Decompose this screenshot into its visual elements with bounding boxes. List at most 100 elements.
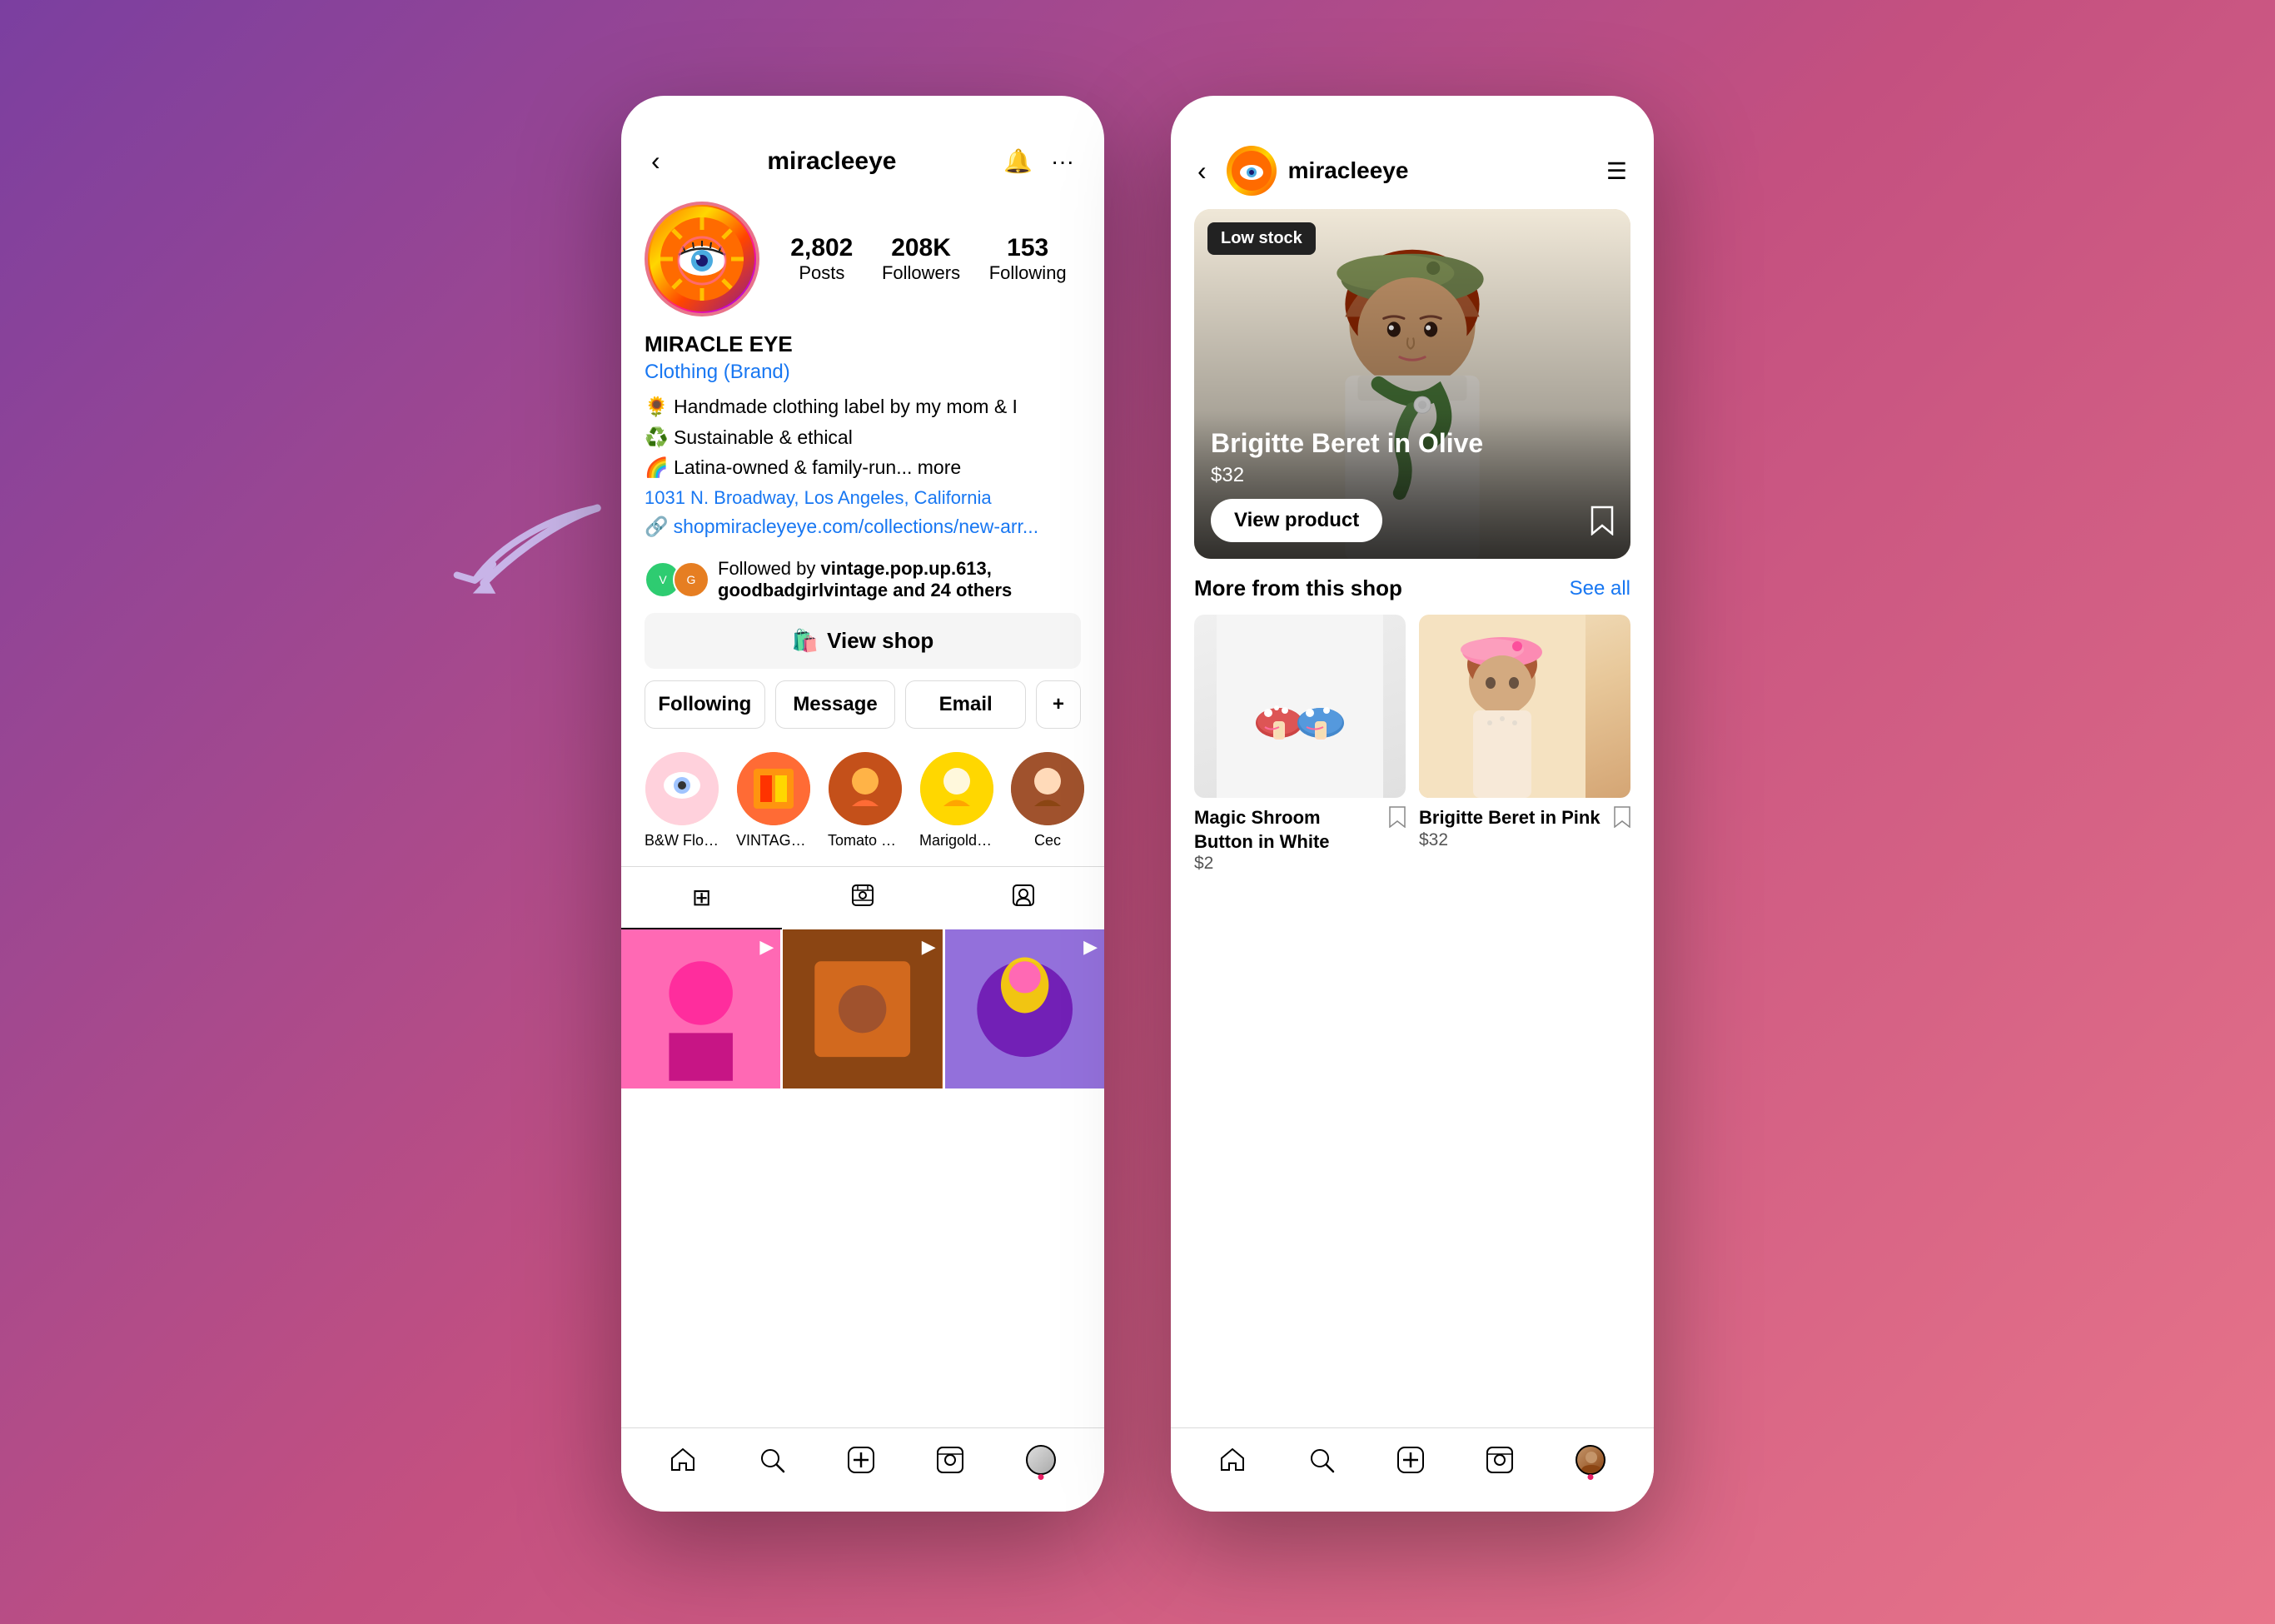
right-nav-add[interactable]: [1397, 1447, 1424, 1473]
view-shop-button[interactable]: 🛍️ View shop: [645, 613, 1081, 669]
followers-count: 208K: [882, 234, 960, 262]
following-label: Following: [989, 262, 1067, 284]
following-count: 153: [989, 234, 1067, 262]
story-item-3[interactable]: Tomato Stri...: [828, 752, 903, 849]
video-play-icon: ▶: [759, 936, 774, 958]
more-item-info-2: Brigitte Beret in Pink $32: [1419, 806, 1630, 850]
right-profile-avatar: [1227, 146, 1277, 196]
followed-by: V G Followed by vintage.pop.up.613, good…: [621, 550, 1104, 613]
grid-cell-3[interactable]: ▶: [945, 929, 1104, 1088]
shop-icon: 🛍️: [792, 628, 819, 654]
right-nav-search[interactable]: [1308, 1447, 1335, 1473]
story-item-2[interactable]: VINTAGE S...: [736, 752, 811, 849]
product-title: Brigitte Beret in Olive: [1211, 427, 1614, 459]
left-header: ‹ miracleeye 🔔 ···: [621, 96, 1104, 193]
product-thumb-1[interactable]: [1194, 615, 1406, 798]
nav-profile[interactable]: [1026, 1445, 1056, 1475]
product-thumb-2[interactable]: [1419, 615, 1630, 798]
right-username: miracleeye: [1288, 157, 1409, 184]
item-bookmark-1[interactable]: [1389, 806, 1406, 833]
svg-text:G: G: [687, 573, 696, 586]
item-price-2: $32: [1419, 830, 1600, 850]
link-text: shopmiracleyeye.com/collections/new-arr.…: [674, 516, 1038, 538]
item-name-2: Brigitte Beret in Pink: [1419, 806, 1600, 830]
posts-stat[interactable]: 2,802 Posts: [790, 234, 853, 284]
story-label-4: Marigold BTS: [919, 832, 994, 849]
story-avatar-5: [1011, 752, 1084, 825]
right-nav-home[interactable]: [1219, 1447, 1246, 1473]
phones-container: ‹ miracleeye 🔔 ···: [621, 96, 1654, 1512]
view-product-button[interactable]: View product: [1211, 499, 1382, 542]
story-item-4[interactable]: Marigold BTS: [919, 752, 994, 849]
story-avatar-1: [645, 752, 719, 825]
email-button[interactable]: Email: [905, 680, 1026, 729]
nav-reels[interactable]: [937, 1447, 963, 1473]
bookmark-button[interactable]: [1591, 506, 1614, 542]
grid-tab[interactable]: ⊞: [621, 867, 782, 929]
more-item-info-1: Magic Shroom Button in White $2: [1194, 806, 1406, 874]
story-item-1[interactable]: B&W Flower: [645, 752, 719, 849]
message-button[interactable]: Message: [775, 680, 896, 729]
hamburger-menu[interactable]: ☰: [1606, 157, 1627, 185]
more-title: More from this shop: [1194, 575, 1402, 601]
more-item-1: Magic Shroom Button in White $2: [1194, 615, 1406, 874]
reels-tab[interactable]: [782, 867, 943, 929]
header-icons: 🔔 ···: [1003, 147, 1074, 175]
right-bottom-nav: [1171, 1427, 1654, 1512]
more-grid: Magic Shroom Button in White $2: [1194, 615, 1630, 874]
grid-cell-2[interactable]: ▶: [783, 929, 942, 1088]
tagged-icon: [1013, 884, 1034, 912]
item-price-1: $2: [1194, 854, 1382, 874]
more-icon[interactable]: ···: [1051, 148, 1074, 175]
followed-avatars: V G: [645, 561, 709, 598]
right-nav-reels[interactable]: [1486, 1447, 1513, 1473]
grid-cell-1[interactable]: ▶: [621, 929, 780, 1088]
add-person-button[interactable]: +: [1036, 680, 1081, 729]
story-item-5[interactable]: Cec: [1011, 752, 1084, 849]
followed-by-text: Followed by vintage.pop.up.613, goodbadg…: [718, 558, 1081, 601]
grid-icon: ⊞: [692, 884, 711, 911]
following-stat[interactable]: 153 Following: [989, 234, 1067, 284]
back-button[interactable]: ‹: [651, 146, 660, 177]
right-back-button[interactable]: ‹: [1197, 156, 1207, 187]
arrow-container: [431, 489, 629, 623]
item-bookmark-2[interactable]: [1614, 806, 1630, 833]
notification-icon[interactable]: 🔔: [1003, 147, 1033, 175]
followers-stat[interactable]: 208K Followers: [882, 234, 960, 284]
product-price: $32: [1211, 464, 1614, 487]
bio-address[interactable]: 1031 N. Broadway, Los Angeles, Californi…: [645, 487, 1081, 509]
story-avatar-2: [737, 752, 810, 825]
story-avatar-3: [829, 752, 902, 825]
bio-link[interactable]: 🔗 shopmiracleyeye.com/collections/new-ar…: [645, 516, 1081, 538]
stats-row: 2,802 Posts 208K Followers 153 Following: [776, 234, 1081, 284]
story-label-3: Tomato Stri...: [828, 832, 903, 849]
account-name: MIRACLE EYE: [645, 331, 1081, 357]
more-section: More from this shop See all: [1171, 575, 1654, 874]
svg-text:V: V: [659, 573, 667, 586]
nav-search[interactable]: [759, 1447, 785, 1473]
right-header: ‹ miracleeye ☰: [1171, 96, 1654, 209]
left-phone-wrapper: ‹ miracleeye 🔔 ···: [621, 96, 1104, 1512]
tab-bar: ⊞: [621, 866, 1104, 929]
nav-add[interactable]: [848, 1447, 874, 1473]
see-all-button[interactable]: See all: [1570, 577, 1630, 600]
following-button[interactable]: Following: [645, 680, 765, 729]
bio-section: MIRACLE EYE Clothing (Brand) 🌻 Handmade …: [621, 331, 1104, 550]
right-phone: ‹ miracleeye ☰ Low s: [1171, 96, 1654, 1512]
product-card: Low stock: [1194, 209, 1630, 559]
posts-label: Posts: [790, 262, 853, 284]
story-label-5: Cec: [1034, 832, 1061, 849]
tagged-tab[interactable]: [943, 867, 1104, 929]
video-play-icon-3: ▶: [1083, 936, 1098, 958]
nav-home[interactable]: [670, 1447, 696, 1473]
posts-count: 2,802: [790, 234, 853, 262]
link-icon: 🔗: [645, 516, 669, 538]
story-label-2: VINTAGE S...: [736, 832, 811, 849]
account-category[interactable]: Clothing (Brand): [645, 361, 1081, 384]
more-header: More from this shop See all: [1194, 575, 1630, 601]
avatar-image: [650, 207, 754, 311]
right-nav-profile[interactable]: [1576, 1445, 1605, 1475]
follower-avatar-2: G: [673, 561, 709, 598]
product-overlay: Brigitte Beret in Olive $32 View product: [1194, 411, 1630, 559]
grid-photos: ▶ ▶ ▶: [621, 929, 1104, 1428]
